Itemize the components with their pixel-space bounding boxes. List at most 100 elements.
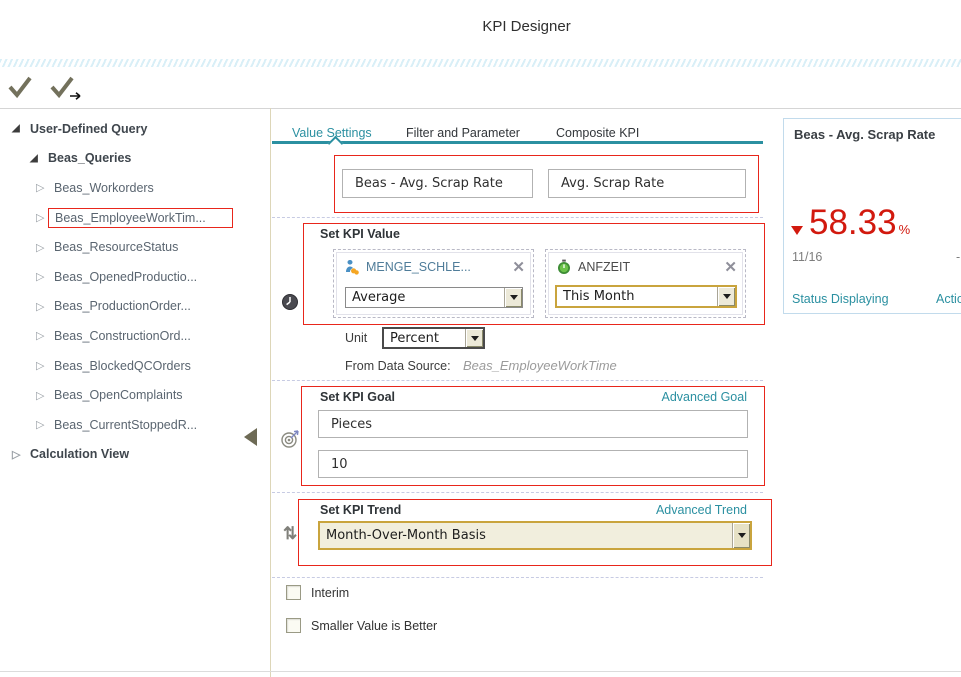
trend-basis-value: Month-Over-Month Basis bbox=[326, 528, 486, 543]
section-separator bbox=[272, 492, 763, 493]
section-separator bbox=[272, 217, 763, 218]
query-tree: ◢User-Defined Query◢Beas_Queries▷Beas_Wo… bbox=[0, 114, 270, 469]
tree-node-beas-workorders[interactable]: ▷Beas_Workorders bbox=[0, 173, 270, 203]
collapsed-twistie-icon[interactable]: ▷ bbox=[36, 329, 54, 342]
tree-node-label: Beas_BlockedQCOrders bbox=[54, 359, 191, 373]
trend-down-icon bbox=[791, 226, 803, 235]
dropdown-arrow-button[interactable] bbox=[717, 287, 735, 306]
kpi-name-input[interactable]: Beas - Avg. Scrap Rate bbox=[342, 169, 533, 198]
preview-link-action[interactable]: Action bbox=[936, 292, 961, 306]
tree-node-beas-productionorder-[interactable]: ▷Beas_ProductionOrder... bbox=[0, 292, 270, 322]
aggregation-select[interactable]: Average bbox=[345, 287, 523, 308]
trend-arrows-icon: ⇅ bbox=[283, 524, 297, 544]
remove-time-icon[interactable]: ✕ bbox=[724, 260, 737, 275]
unit-value: Percent bbox=[390, 331, 439, 346]
collapse-panel-handle[interactable] bbox=[244, 428, 257, 446]
collapsed-twistie-icon[interactable]: ▷ bbox=[36, 389, 54, 402]
section-separator bbox=[272, 577, 763, 578]
kpi-goal-target-icon bbox=[280, 428, 301, 454]
page-title: KPI Designer bbox=[0, 18, 961, 35]
value-section-title: Set KPI Value bbox=[320, 227, 400, 241]
trend-basis-select[interactable]: Month-Over-Month Basis bbox=[318, 521, 752, 550]
aggregation-value: Average bbox=[352, 290, 405, 305]
data-source-value: Beas_EmployeeWorkTime bbox=[463, 358, 617, 373]
toolbar bbox=[0, 67, 961, 109]
confirm-and-next-button[interactable] bbox=[48, 75, 86, 106]
confirm-button[interactable] bbox=[6, 75, 34, 104]
preview-unit: % bbox=[899, 222, 911, 237]
tree-node-label: Beas_OpenedProductio... bbox=[54, 270, 197, 284]
unit-label: Unit bbox=[345, 331, 367, 345]
checkbox-interim[interactable]: Interim bbox=[286, 585, 349, 600]
preview-value: 58.33 bbox=[809, 203, 897, 243]
query-tree-panel: ◢User-Defined Query◢Beas_Queries▷Beas_Wo… bbox=[0, 108, 271, 677]
tree-node-beas-blockedqcorders[interactable]: ▷Beas_BlockedQCOrders bbox=[0, 351, 270, 381]
tree-node-beas-constructionord-[interactable]: ▷Beas_ConstructionOrd... bbox=[0, 321, 270, 351]
checkbox-smaller-value-is-better[interactable]: Smaller Value is Better bbox=[286, 618, 437, 633]
collapsed-twistie-icon[interactable]: ▷ bbox=[36, 300, 54, 313]
tree-node-beas-employeeworktim-[interactable]: ▷Beas_EmployeeWorkTim... bbox=[0, 203, 270, 233]
section-separator bbox=[272, 380, 763, 381]
advanced-trend-link[interactable]: Advanced Trend bbox=[656, 503, 747, 517]
time-field-label: ANFZEIT bbox=[578, 260, 630, 274]
tab-composite-kpi[interactable]: Composite KPI bbox=[556, 126, 639, 140]
measure-field-label: MENGE_SCHLE... bbox=[366, 260, 471, 274]
dropdown-arrow-button[interactable] bbox=[465, 329, 483, 347]
tree-node-label: Beas_ResourceStatus bbox=[54, 240, 178, 254]
tree-node-label: User-Defined Query bbox=[30, 122, 147, 136]
tree-node-beas-opencomplaints[interactable]: ▷Beas_OpenComplaints bbox=[0, 380, 270, 410]
tree-node-label: Beas_EmployeeWorkTim... bbox=[48, 208, 233, 228]
kpi-preview-card: Beas - Avg. Scrap Rate 58.33 % 11/16 - S… bbox=[783, 118, 961, 314]
tree-node-beas-resourcestatus[interactable]: ▷Beas_ResourceStatus bbox=[0, 232, 270, 262]
kpi-value-clock-icon bbox=[281, 293, 299, 316]
time-period-value: This Month bbox=[563, 289, 634, 304]
time-period-select[interactable]: This Month bbox=[555, 285, 737, 308]
tab-filter-and-parameter[interactable]: Filter and Parameter bbox=[406, 126, 520, 140]
tree-node-beas-openedproductio-[interactable]: ▷Beas_OpenedProductio... bbox=[0, 262, 270, 292]
collapsed-twistie-icon[interactable]: ▷ bbox=[36, 270, 54, 283]
expanded-twistie-icon[interactable]: ◢ bbox=[12, 123, 30, 134]
collapsed-twistie-icon[interactable]: ▷ bbox=[36, 241, 54, 254]
preview-link-status-displaying[interactable]: Status Displaying bbox=[792, 292, 889, 306]
window-bottom-border bbox=[0, 671, 961, 672]
check-arrow-icon bbox=[48, 75, 86, 101]
unit-select[interactable]: Percent bbox=[382, 327, 485, 349]
tree-node-label: Beas_CurrentStoppedR... bbox=[54, 418, 197, 432]
stopwatch-icon bbox=[556, 259, 572, 275]
checkbox-label: Interim bbox=[311, 586, 349, 600]
collapsed-twistie-icon[interactable]: ▷ bbox=[36, 359, 54, 372]
tree-node-label: Beas_Workorders bbox=[54, 181, 154, 195]
trend-section-title: Set KPI Trend bbox=[320, 503, 401, 517]
preview-value-row: 58.33 % bbox=[791, 203, 910, 243]
preview-date: 11/16 bbox=[792, 250, 822, 264]
preview-secondary-value: - bbox=[956, 250, 960, 264]
check-icon bbox=[6, 75, 34, 99]
expanded-twistie-icon[interactable]: ◢ bbox=[30, 153, 48, 164]
goal-unit-input[interactable]: Pieces bbox=[318, 410, 748, 438]
tree-node-calculation-view[interactable]: ▷Calculation View bbox=[0, 440, 270, 470]
tree-node-user-defined-query[interactable]: ◢User-Defined Query bbox=[0, 114, 270, 144]
advanced-goal-link[interactable]: Advanced Goal bbox=[662, 390, 747, 404]
tab-underline bbox=[272, 141, 763, 144]
preview-title: Beas - Avg. Scrap Rate bbox=[794, 127, 935, 142]
kpi-display-name-input[interactable]: Avg. Scrap Rate bbox=[548, 169, 746, 198]
checkbox-label: Smaller Value is Better bbox=[311, 619, 437, 633]
time-card: ANFZEIT ✕ This Month bbox=[545, 249, 746, 318]
checkbox-box[interactable] bbox=[286, 618, 301, 633]
collapsed-twistie-icon[interactable]: ▷ bbox=[36, 418, 54, 431]
tree-node-beas-currentstoppedr-[interactable]: ▷Beas_CurrentStoppedR... bbox=[0, 410, 270, 440]
remove-measure-icon[interactable]: ✕ bbox=[512, 260, 525, 275]
dropdown-arrow-button[interactable] bbox=[504, 288, 522, 307]
collapsed-twistie-icon[interactable]: ▷ bbox=[12, 448, 30, 461]
measure-icon bbox=[344, 259, 360, 275]
tree-node-label: Beas_OpenComplaints bbox=[54, 388, 183, 402]
checkbox-box[interactable] bbox=[286, 585, 301, 600]
goal-value-input[interactable]: 10 bbox=[318, 450, 748, 478]
tree-node-beas-queries[interactable]: ◢Beas_Queries bbox=[0, 144, 270, 174]
tree-node-label: Beas_ProductionOrder... bbox=[54, 299, 191, 313]
tree-node-label: Beas_Queries bbox=[48, 151, 131, 165]
collapsed-twistie-icon[interactable]: ▷ bbox=[36, 181, 54, 194]
tree-node-label: Calculation View bbox=[30, 447, 129, 461]
dropdown-arrow-button[interactable] bbox=[732, 523, 750, 548]
goal-section-title: Set KPI Goal bbox=[320, 390, 395, 404]
